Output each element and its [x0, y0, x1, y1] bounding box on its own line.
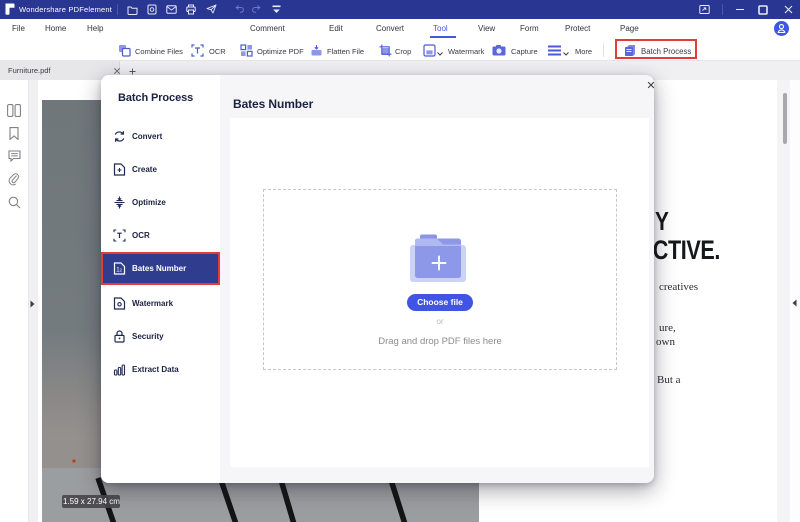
svg-text:12: 12	[116, 268, 122, 274]
